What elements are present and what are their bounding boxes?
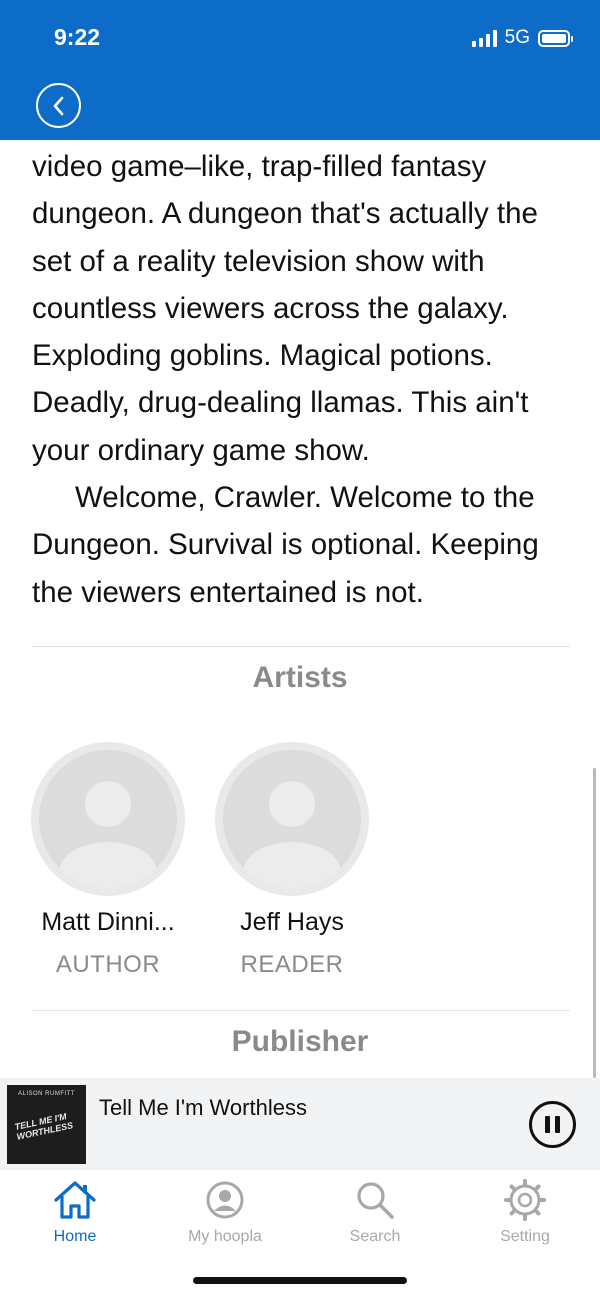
scrollbar[interactable] xyxy=(593,768,596,1078)
gear-icon xyxy=(504,1179,546,1221)
home-icon xyxy=(54,1181,96,1219)
description-paragraph: Welcome, Crawler. Welcome to the Dungeon… xyxy=(32,481,539,609)
back-button[interactable] xyxy=(36,83,81,128)
app-header: 9:22 5G xyxy=(0,0,600,140)
artist-role: READER xyxy=(240,951,344,978)
pause-button[interactable] xyxy=(529,1101,576,1148)
now-playing-bar[interactable]: ALISON RUMFITT TELL ME I'M WORTHLESS Tel… xyxy=(0,1078,600,1170)
divider xyxy=(31,646,570,647)
artist-card-reader[interactable]: Jeff Hays READER xyxy=(212,742,372,979)
album-cover[interactable]: ALISON RUMFITT TELL ME I'M WORTHLESS xyxy=(7,1085,86,1164)
tab-label: My hoopla xyxy=(188,1228,262,1245)
tab-setting[interactable]: Setting xyxy=(450,1178,600,1246)
artist-card-author[interactable]: Matt Dinni... AUTHOR xyxy=(28,742,188,979)
artist-name: Jeff Hays xyxy=(240,908,344,936)
tab-label: Setting xyxy=(500,1228,550,1245)
pause-icon xyxy=(545,1116,550,1133)
artist-name: Matt Dinni... xyxy=(41,908,175,936)
book-description: video game–like, trap-filled fantasy dun… xyxy=(32,143,577,616)
tab-home[interactable]: Home xyxy=(0,1178,150,1246)
avatar xyxy=(215,742,369,896)
status-time: 9:22 xyxy=(54,24,101,50)
now-playing-title[interactable]: Tell Me I'm Worthless xyxy=(99,1095,307,1121)
tab-label: Home xyxy=(53,1228,97,1245)
network-label: 5G xyxy=(504,27,530,48)
user-circle-icon xyxy=(206,1181,244,1219)
search-icon xyxy=(357,1182,394,1219)
publisher-heading: Publisher xyxy=(231,1025,369,1058)
home-indicator[interactable] xyxy=(193,1277,407,1284)
chevron-left-icon xyxy=(53,96,63,115)
tab-label: Search xyxy=(349,1228,401,1245)
tab-my-hoopla[interactable]: My hoopla xyxy=(150,1178,300,1246)
signal-icon xyxy=(471,29,497,47)
artist-role: AUTHOR xyxy=(55,951,161,978)
tab-search[interactable]: Search xyxy=(300,1178,450,1246)
cover-author: ALISON RUMFITT xyxy=(17,1091,75,1097)
artists-heading: Artists xyxy=(252,661,348,694)
status-indicators: 5G xyxy=(471,27,573,49)
avatar xyxy=(31,742,185,896)
description-paragraph: video game–like, trap-filled fantasy dun… xyxy=(32,150,538,467)
battery-icon xyxy=(538,29,573,47)
cover-title: TELL ME I'M WORTHLESS xyxy=(13,1111,74,1142)
divider xyxy=(31,1010,570,1011)
